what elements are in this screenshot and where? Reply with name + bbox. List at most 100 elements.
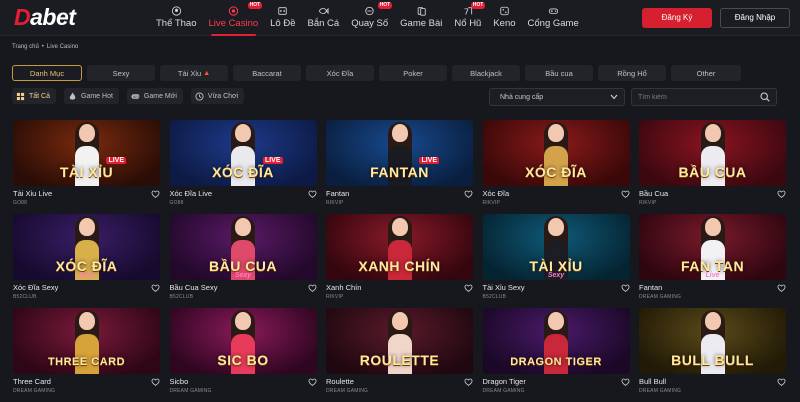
heart-icon[interactable] xyxy=(151,190,160,198)
nav-item-label: Bắn Cá xyxy=(307,18,340,29)
game-thumbnail[interactable]: SIC BO xyxy=(169,308,317,374)
nav-item-label: Keno xyxy=(493,18,516,29)
keno-icon xyxy=(498,6,511,18)
soccer-ball-icon xyxy=(170,6,183,18)
game-thumbnail[interactable]: XÓC ĐĨA LIVE xyxy=(169,120,317,186)
hot-badge: HOT xyxy=(247,1,263,9)
game-meta: Xanh Chín xyxy=(326,283,473,292)
heart-icon[interactable] xyxy=(621,190,630,198)
game-thumbnail[interactable]: BẦU CUA xyxy=(639,120,786,186)
game-card[interactable]: BẦU CUA Sexy Bầu Cua Sexy B52CLUB xyxy=(169,214,317,308)
game-thumbnail[interactable]: XÓC ĐĨA Sexy xyxy=(13,214,160,280)
category-tab-3[interactable]: Baccarat xyxy=(233,65,301,81)
nav-item-0[interactable]: Thể Thao xyxy=(150,0,203,36)
game-card[interactable]: XANH CHÍN Xanh Chín RIKVIP xyxy=(326,214,473,308)
game-thumbnail[interactable]: BULL BULL xyxy=(639,308,786,374)
lottery-icon xyxy=(276,6,289,18)
game-thumbnail[interactable]: THREE CARD xyxy=(13,308,160,374)
flame-icon: ▲ xyxy=(203,69,211,77)
game-card[interactable]: ROULETTE Roulette DREAM GAMING xyxy=(326,308,473,402)
nav-item-3[interactable]: Bắn Cá xyxy=(302,0,346,36)
heart-icon[interactable] xyxy=(777,190,786,198)
game-name: Fantan xyxy=(639,283,663,292)
category-tab-1[interactable]: Sexy xyxy=(87,65,155,81)
game-art-title: DRAGON TIGER xyxy=(510,356,602,368)
provider-select[interactable]: Nhà cung cấp xyxy=(489,88,625,106)
filter-chip-label: Tất Cả xyxy=(29,92,51,100)
search-icon[interactable] xyxy=(760,92,770,102)
register-button[interactable]: Đăng Ký xyxy=(642,7,712,28)
filter-chip-1[interactable]: Game Hot xyxy=(64,88,119,104)
filter-chip-0[interactable]: Tất Cả xyxy=(12,88,57,104)
heart-icon[interactable] xyxy=(151,378,160,386)
nav-item-2[interactable]: Lô Đề xyxy=(264,0,301,36)
game-card[interactable]: TÀI XỈU LIVE Tài Xỉu Live GO88 xyxy=(13,120,160,214)
category-tab-label: Rồng Hổ xyxy=(617,68,647,78)
game-name: Xóc Đĩa Live xyxy=(169,189,213,198)
search-input[interactable] xyxy=(638,93,760,101)
game-card[interactable]: THREE CARD Three Card DREAM GAMING xyxy=(13,308,160,402)
brand-logo[interactable]: Dabet xyxy=(14,3,134,33)
game-card[interactable]: XÓC ĐĨA Sexy Xóc Đĩa Sexy B52CLUB xyxy=(13,214,160,308)
nav-item-8[interactable]: Cổng Game xyxy=(522,0,585,36)
game-name: Roulette xyxy=(326,377,354,386)
gamepad-icon xyxy=(547,6,560,18)
heart-icon[interactable] xyxy=(308,284,317,292)
category-tab-6[interactable]: Blackjack xyxy=(452,65,520,81)
filter-chip-3[interactable]: Vừa Chơi xyxy=(190,88,245,104)
grid-icon xyxy=(16,92,25,101)
category-tab-7[interactable]: Bầu cua xyxy=(525,65,593,81)
game-card[interactable]: XÓC ĐĨA LIVE Xóc Đĩa Live GO88 xyxy=(169,120,317,214)
category-tab-8[interactable]: Rồng Hổ xyxy=(598,65,666,81)
filter-chip-2[interactable]: NEW Game Mới xyxy=(126,88,183,104)
game-card[interactable]: DRAGON TIGER Dragon Tiger DREAM GAMING xyxy=(482,308,630,402)
nav-item-label: Live Casino xyxy=(208,18,259,29)
nav-item-7[interactable]: Keno xyxy=(487,0,521,36)
game-card[interactable]: BULL BULL Bull Bull DREAM GAMING xyxy=(639,308,786,402)
category-tab-5[interactable]: Poker xyxy=(379,65,447,81)
category-tab-2[interactable]: Tài Xỉu ▲ xyxy=(160,65,228,81)
heart-icon[interactable] xyxy=(151,284,160,292)
category-tab-4[interactable]: Xóc Đĩa xyxy=(306,65,374,81)
heart-icon[interactable] xyxy=(308,190,317,198)
game-card[interactable]: XÓC ĐĨA Xóc Đĩa RIKVIP xyxy=(482,120,630,214)
game-thumbnail[interactable]: XÓC ĐĨA xyxy=(482,120,630,186)
game-thumbnail[interactable]: ROULETTE xyxy=(326,308,473,374)
game-thumbnail[interactable]: TÀI XỈU Sexy xyxy=(482,214,630,280)
breadcrumb-home[interactable]: Trang chủ xyxy=(12,44,39,50)
heart-icon[interactable] xyxy=(464,190,473,198)
heart-icon[interactable] xyxy=(464,378,473,386)
heart-icon[interactable] xyxy=(308,378,317,386)
game-card[interactable]: FAN TAN Live Fantan DREAM GAMING xyxy=(639,214,786,308)
category-tab-label: Poker xyxy=(403,68,423,78)
game-art-title: BULL BULL xyxy=(671,352,754,368)
game-thumbnail[interactable]: XANH CHÍN xyxy=(326,214,473,280)
nav-item-5[interactable]: Game Bài xyxy=(394,0,448,36)
nav-item-1[interactable]: Live Casino HOT xyxy=(203,0,265,36)
heart-icon[interactable] xyxy=(621,284,630,292)
heart-icon[interactable] xyxy=(464,284,473,292)
flame-icon xyxy=(68,91,77,101)
game-art-title: XANH CHÍN xyxy=(358,258,441,274)
category-tab-9[interactable]: Other xyxy=(671,65,741,81)
heart-icon[interactable] xyxy=(621,378,630,386)
game-thumbnail[interactable]: DRAGON TIGER xyxy=(482,308,630,374)
game-provider: RIKVIP xyxy=(639,200,657,206)
game-thumbnail[interactable]: FAN TAN Live xyxy=(639,214,786,280)
category-tab-0[interactable]: Danh Mục xyxy=(12,65,82,81)
game-thumbnail[interactable]: BẦU CUA Sexy xyxy=(169,214,317,280)
game-card[interactable]: TÀI XỈU Sexy Tài Xỉu Sexy B52CLUB xyxy=(482,214,630,308)
heart-icon[interactable] xyxy=(777,284,786,292)
hot-badge: HOT xyxy=(377,1,393,9)
login-button[interactable]: Đăng Nhập xyxy=(720,7,790,28)
game-card[interactable]: SIC BO Sicbo DREAM GAMING xyxy=(169,308,317,402)
game-thumbnail[interactable]: TÀI XỈU LIVE xyxy=(13,120,160,186)
heart-icon[interactable] xyxy=(777,378,786,386)
game-card[interactable]: BẦU CUA Bầu Cua RIKVIP xyxy=(639,120,786,214)
game-thumbnail[interactable]: FANTAN LIVE xyxy=(326,120,473,186)
nav-item-6[interactable]: 7 Nổ Hũ HOT xyxy=(448,0,487,36)
game-card[interactable]: FANTAN LIVE Fantan RIKVIP xyxy=(326,120,473,214)
nav-item-4[interactable]: Quay Số HOT xyxy=(345,0,394,36)
game-name: Bull Bull xyxy=(639,377,667,386)
game-name: Xóc Đĩa xyxy=(482,189,510,198)
